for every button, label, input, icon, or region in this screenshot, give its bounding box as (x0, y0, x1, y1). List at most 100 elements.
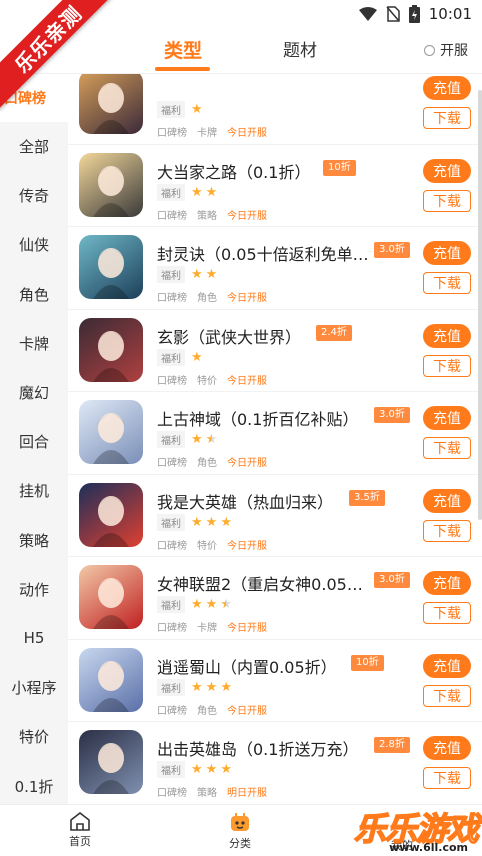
charge-button[interactable]: 充值 (423, 488, 471, 513)
star-icon: ★ (205, 597, 218, 612)
open-server-toggle[interactable]: 开服 (424, 40, 468, 60)
rating-stars: ★ ★ ★ (191, 598, 232, 611)
sidebar-item[interactable]: 角色 (0, 270, 68, 319)
download-button[interactable]: 下载 (423, 189, 471, 212)
charge-button[interactable]: 充值 (423, 571, 471, 595)
game-title[interactable]: 封灵诀（0.05十倍返利免单送真充） (157, 241, 369, 265)
game-title[interactable]: 玄影（武侠大世界） (157, 324, 301, 348)
nav-category[interactable]: 分类 (210, 811, 270, 851)
charge-button[interactable]: 充值 (423, 76, 471, 100)
game-row[interactable]: 玄影（武侠大世界） 2.4折 福利 ★ 口碑榜 特价 今日开服 充值 下载 (68, 310, 482, 392)
sidebar-item[interactable]: 全部 (0, 122, 68, 171)
game-icon-image[interactable] (79, 74, 143, 134)
game-meta: 口碑榜 策略 今日开服 (157, 207, 267, 222)
open-server-date: 今日开服 (227, 375, 267, 387)
game-icon-image[interactable] (79, 565, 143, 629)
star-icon: ★ (205, 514, 218, 530)
welfare-tag: 福利 (157, 183, 185, 201)
open-server-date: 今日开服 (227, 293, 267, 304)
game-icon-image[interactable] (79, 235, 143, 299)
rating-stars: ★ ★ (191, 433, 217, 446)
game-row[interactable]: 逍遥蜀山（内置0.05折） 10折 福利 ★ ★ ★ 口碑榜 角色 今日开服 充值 下载 (68, 640, 482, 722)
sidebar-item[interactable]: H5 (0, 614, 68, 663)
open-server-date: 今日开服 (227, 458, 267, 469)
meta-tag: 角色 (197, 705, 217, 717)
welfare-tag: 福利 (157, 101, 185, 118)
sidebar-item[interactable]: 魔幻 (0, 368, 68, 417)
sidebar-item[interactable]: 动作 (0, 565, 68, 614)
game-icon-image[interactable] (79, 730, 143, 794)
game-meta: 口碑榜 卡牌 今日开服 (157, 124, 267, 139)
tab-subject[interactable]: 题材 (283, 36, 317, 61)
download-button[interactable]: 下载 (423, 767, 471, 789)
charge-button[interactable]: 充值 (423, 323, 471, 348)
discount-badge: 3.0折 (374, 407, 410, 423)
game-row[interactable]: 大当家之路（0.1折） 10折 福利 ★ ★ 口碑榜 策略 今日开服 充值 下载 (68, 145, 482, 227)
game-title[interactable]: 女神联盟2（重启女神0.05折） (157, 571, 369, 595)
download-button[interactable]: 下载 (423, 519, 471, 542)
sidebar-item[interactable]: 挂机 (0, 466, 68, 515)
game-icon-image[interactable] (79, 152, 143, 217)
sidebar-item[interactable]: 仙侠 (0, 220, 68, 269)
half-star-icon: ★ (220, 597, 232, 612)
game-row[interactable]: 上古神域（0.1折百亿补贴） 3.0折 福利 ★ ★ 口碑榜 角色 今日开服 充值 下载 (68, 392, 482, 475)
nav-home[interactable]: 首页 (50, 811, 110, 849)
game-row[interactable]: 出击英雄岛（0.1折送万充） 2.8折 福利 ★ ★ ★ 口碑榜 策略 明日开服 充值 下载 (68, 722, 482, 804)
rating-stars: ★ (191, 351, 203, 364)
game-title[interactable]: 逍遥蜀山（内置0.05折） (157, 654, 337, 678)
charge-button[interactable]: 充值 (423, 406, 471, 430)
star-icon: ★ (191, 432, 203, 447)
sidebar-item[interactable]: 小程序 (0, 663, 68, 712)
game-icon-image[interactable] (79, 482, 143, 547)
game-title[interactable]: 上古神域（0.1折百亿补贴） (157, 406, 358, 430)
open-server-date: 今日开服 (227, 623, 267, 634)
meta-tag: 口碑榜 (157, 458, 187, 469)
game-tags: 福利 ★ (157, 101, 203, 118)
game-icon-image[interactable] (79, 317, 143, 382)
game-title[interactable]: 我是大英雄（热血归来） (157, 489, 333, 513)
battery-icon (408, 5, 420, 23)
game-tags: 福利 ★ ★ ★ (157, 678, 232, 696)
charge-button[interactable]: 充值 (423, 241, 471, 265)
meta-tag: 口碑榜 (157, 210, 187, 222)
game-title[interactable]: 大当家之路（0.1折） (157, 159, 310, 183)
game-tags: 福利 ★ ★ (157, 183, 217, 201)
game-row[interactable]: 女神联盟2（重启女神0.05折） 3.0折 福利 ★ ★ ★ 口碑榜 卡牌 今日开服 充值 下载 (68, 557, 482, 640)
meta-tag: 角色 (197, 293, 217, 304)
game-row[interactable]: 封灵诀（0.05十倍返利免单送真充） 3.0折 福利 ★★ 口碑榜角色今日开服 充值下… (68, 227, 482, 310)
rating-stars: ★ ★ ★ (191, 516, 232, 529)
sidebar-item[interactable]: 回合 (0, 417, 68, 466)
download-button[interactable]: 下载 (423, 107, 471, 129)
star-icon: ★ (220, 762, 232, 777)
rating-stars: ★ ★ ★ (191, 681, 232, 694)
sidebar-item[interactable]: 0.1折 (0, 761, 68, 804)
welfare-tag: 福利 (157, 596, 185, 613)
star-icon: ★ (191, 762, 203, 777)
game-row[interactable]: 我是大英雄（热血归来） 3.5折 福利 ★ ★ ★ 口碑榜 特价 今日开服 充值 下载 (68, 475, 482, 557)
sidebar-item[interactable]: 传奇 (0, 171, 68, 220)
charge-button[interactable]: 充值 (423, 736, 471, 760)
game-icon-image[interactable] (79, 400, 143, 464)
download-button[interactable]: 下载 (423, 602, 471, 624)
scrollbar[interactable] (478, 90, 482, 520)
charge-button[interactable]: 充值 (423, 158, 471, 183)
download-button[interactable]: 下载 (423, 272, 471, 294)
charge-button[interactable]: 充值 (423, 653, 471, 678)
sidebar-item[interactable]: 特价 (0, 712, 68, 761)
download-button[interactable]: 下载 (423, 684, 471, 707)
game-row[interactable]: 福利 ★ 口碑榜 卡牌 今日开服 充值下载 (68, 74, 482, 145)
game-icon-image[interactable] (79, 647, 143, 712)
status-time: 10:01 (428, 5, 472, 23)
welfare-tag: 福利 (157, 513, 185, 531)
sidebar-item[interactable]: 卡牌 (0, 319, 68, 368)
meta-tag: 口碑榜 (157, 128, 187, 139)
download-button[interactable]: 下载 (423, 354, 471, 377)
tab-type[interactable]: 类型 (164, 36, 202, 63)
sidebar-item[interactable]: 策略 (0, 516, 68, 565)
download-button[interactable]: 下载 (423, 437, 471, 459)
game-title[interactable]: 出击英雄岛（0.1折送万充） (157, 736, 358, 760)
game-meta: 口碑榜 角色 今日开服 (157, 454, 267, 469)
meta-tag: 卡牌 (197, 623, 217, 634)
discount-badge: 3.0折 (374, 242, 410, 258)
discount-badge: 3.0折 (374, 572, 410, 588)
